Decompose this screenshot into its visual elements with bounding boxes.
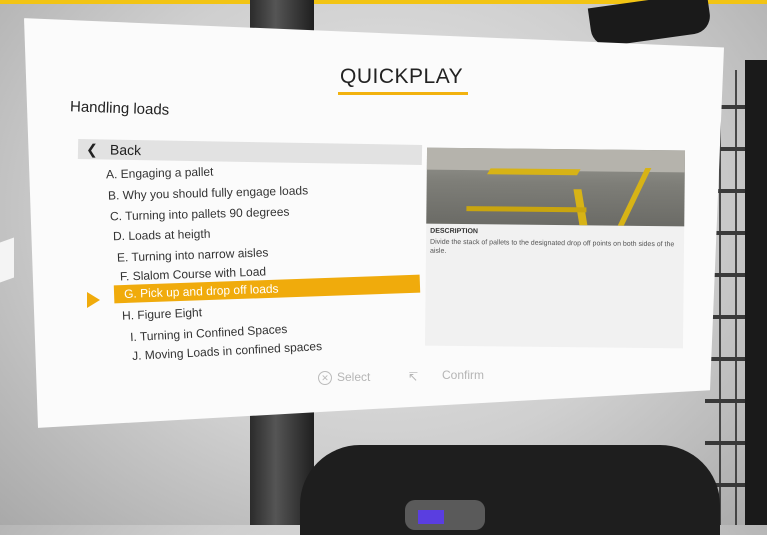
description-title: DESCRIPTION: [430, 227, 479, 236]
trigger-icon: ↸: [408, 370, 419, 384]
background-shape: [0, 237, 14, 283]
chevron-left-icon: ❮: [85, 141, 98, 158]
console-screen: [418, 510, 444, 524]
lesson-preview: DESCRIPTION Divide the stack of pallets …: [424, 147, 686, 349]
lesson-item-a[interactable]: A. Engaging a pallet: [106, 165, 214, 182]
console-control-pad: [405, 500, 485, 530]
forklift-roof-corner: [587, 0, 713, 49]
select-button-icon: ✕: [318, 371, 332, 385]
preview-barrier: [617, 167, 652, 226]
description-text: Divide the stack of pallets to the desig…: [429, 238, 675, 255]
confirm-label[interactable]: Confirm: [442, 368, 484, 382]
title-underline: [338, 92, 468, 95]
lesson-item-d[interactable]: D. Loads at heigth: [113, 227, 211, 244]
menu-title: QUICKPLAY: [340, 65, 464, 88]
preview-barrier: [487, 168, 581, 176]
back-label: Back: [109, 141, 142, 159]
forklift-cage-post: [745, 60, 767, 525]
selection-arrow-icon: [87, 292, 100, 308]
forklift-console: [300, 445, 720, 535]
preview-image: [426, 147, 686, 227]
preview-barrier: [466, 206, 587, 213]
section-heading: Handling loads: [69, 98, 170, 119]
select-label[interactable]: Select: [337, 370, 370, 384]
